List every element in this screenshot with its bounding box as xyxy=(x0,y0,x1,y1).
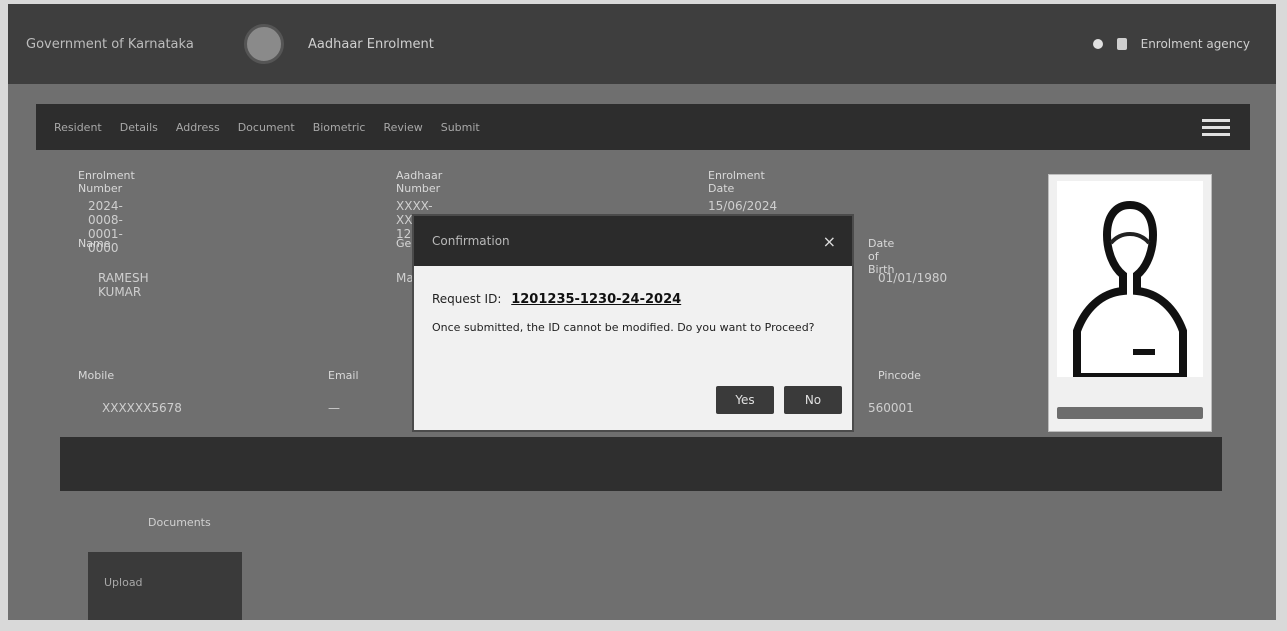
field-label: Enrolment Date xyxy=(708,169,765,195)
confirmation-dialog: Confirmation × Request ID: 1201235-1230-… xyxy=(414,216,852,430)
header-nav: Resident Details Address Document Biomet… xyxy=(36,104,1250,150)
tab-submit[interactable]: Submit xyxy=(441,121,480,134)
logo-icon xyxy=(244,24,284,64)
person-icon xyxy=(1057,181,1203,381)
no-button[interactable]: No xyxy=(784,386,842,414)
screen: Government of Karnataka Aadhaar Enrolmen… xyxy=(8,4,1276,620)
field-value: 01/01/1980 xyxy=(878,271,948,285)
message-prefix: Request ID: xyxy=(432,292,502,306)
top-bar: Government of Karnataka Aadhaar Enrolmen… xyxy=(8,4,1276,84)
field-value: RAMESH KUMAR xyxy=(98,271,149,299)
tab-review[interactable]: Review xyxy=(383,121,422,134)
request-id: 1201235-1230-24-2024 xyxy=(511,292,682,307)
field-label: Name xyxy=(78,237,111,250)
photo-caption-bar xyxy=(1057,407,1203,419)
field-label: Mobile xyxy=(78,369,115,382)
field-label: Pincode xyxy=(878,369,921,382)
dialog-body: Request ID: 1201235-1230-24-2024 Once su… xyxy=(414,266,852,344)
section-label: Documents xyxy=(148,516,211,529)
top-right: Enrolment agency xyxy=(1092,37,1250,51)
photo-panel xyxy=(1048,174,1212,432)
field-value: 15/06/2024 xyxy=(708,199,778,213)
tab-address[interactable]: Address xyxy=(176,121,220,134)
field-label: Aadhaar Number xyxy=(396,169,443,195)
yes-button[interactable]: Yes xyxy=(716,386,774,414)
photo-frame xyxy=(1057,181,1203,381)
brand-text: Government of Karnataka xyxy=(26,36,194,52)
tab-details[interactable]: Details xyxy=(120,121,158,134)
tab-biometric[interactable]: Biometric xyxy=(313,121,366,134)
tab-document[interactable]: Document xyxy=(238,121,295,134)
section-bar xyxy=(60,437,1222,491)
upload-box[interactable]: Upload xyxy=(88,552,242,620)
user-text: Enrolment agency xyxy=(1140,37,1250,51)
close-icon[interactable]: × xyxy=(823,232,836,251)
field-label: Enrolment Number xyxy=(78,169,135,195)
field-value: XXXXXX5678 xyxy=(102,401,182,415)
dialog-actions: Yes No xyxy=(716,386,842,414)
message-line2: Once submitted, the ID cannot be modifie… xyxy=(432,321,815,334)
menu-icon[interactable] xyxy=(1202,125,1230,129)
tab-resident[interactable]: Resident xyxy=(54,121,102,134)
upload-box-label: Upload xyxy=(104,576,143,589)
module-title: Aadhaar Enrolment xyxy=(308,36,434,52)
dialog-title: Confirmation xyxy=(432,234,510,248)
field-value: — xyxy=(328,401,340,415)
field-label: Email xyxy=(328,369,359,382)
field-value: 560001 xyxy=(868,401,914,415)
notification-icon[interactable] xyxy=(1092,39,1103,49)
user-icon[interactable] xyxy=(1116,38,1127,50)
dialog-header: Confirmation × xyxy=(414,216,852,266)
message-line1: Request ID: 1201235-1230-24-2024 xyxy=(432,292,836,307)
